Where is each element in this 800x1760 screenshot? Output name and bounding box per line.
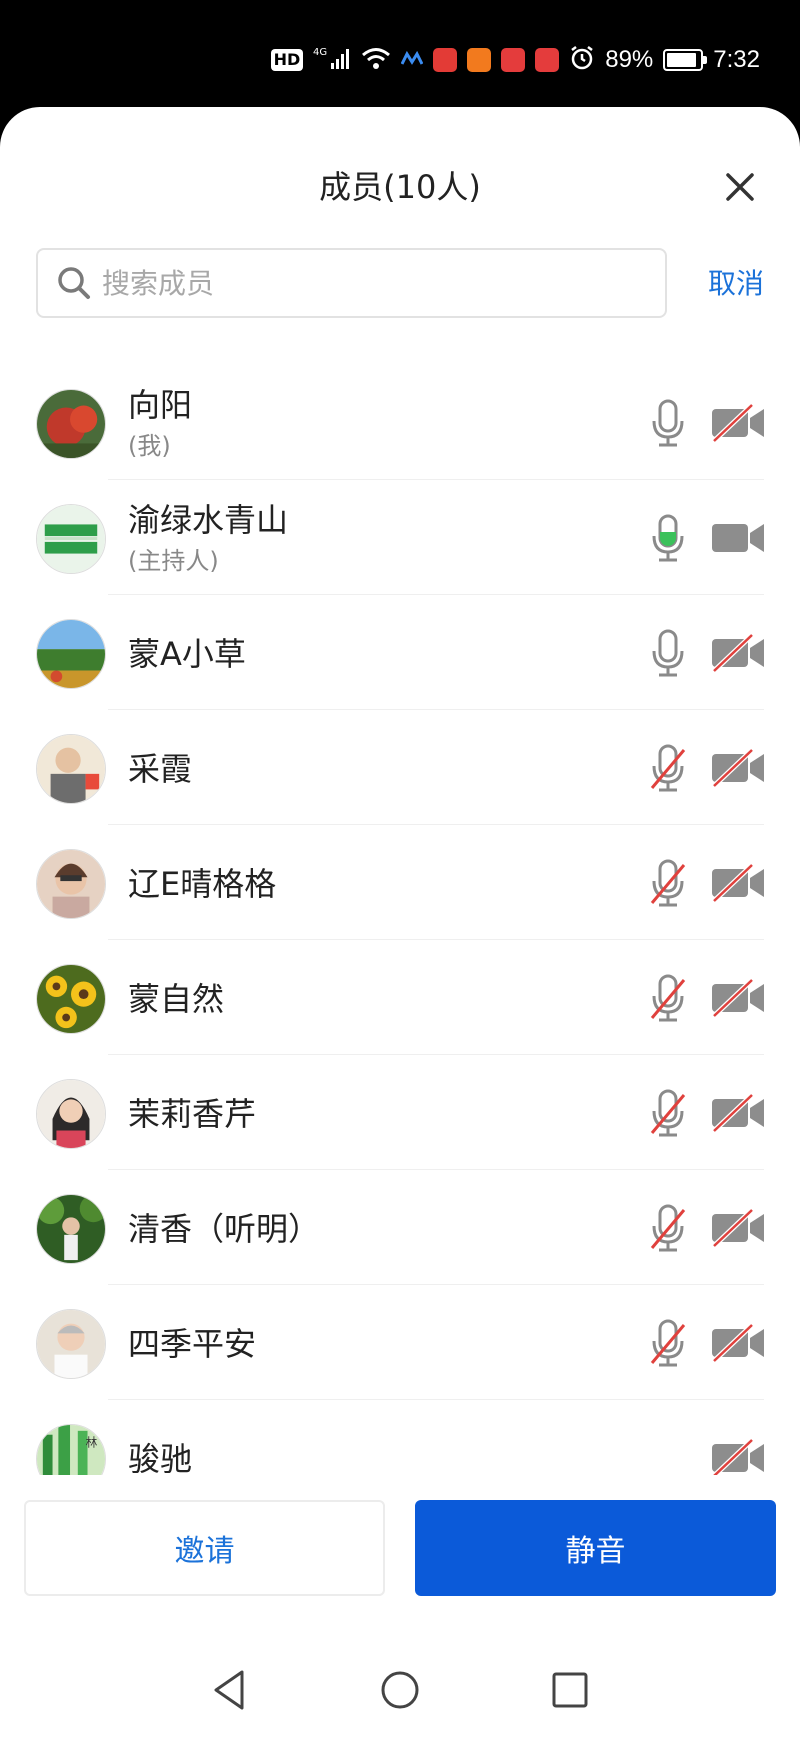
member-name: 向阳 <box>128 386 193 424</box>
members-sheet: 成员(10人) 取消 向阳 (我) 渝绿水青山 (主持人) 蒙A小草采霞辽E晴格格蒙自然… <box>0 107 800 1760</box>
avatar <box>36 1079 106 1149</box>
recents-button[interactable] <box>540 1660 600 1720</box>
member-row[interactable]: 渝绿水青山 (主持人) <box>0 480 800 595</box>
member-name: 蒙A小草 <box>128 635 246 673</box>
member-row[interactable]: 蒙自然 <box>0 940 800 1055</box>
avatar <box>36 1309 106 1379</box>
sheet-title: 成员(10人) <box>319 168 481 206</box>
app-icon <box>501 48 526 72</box>
mic-off-icon[interactable] <box>646 744 690 794</box>
battery-level-fill <box>667 53 696 67</box>
close-button[interactable] <box>720 167 760 207</box>
home-button[interactable] <box>370 1660 430 1720</box>
camera-icon[interactable] <box>710 518 766 558</box>
member-row[interactable]: 蒙A小草 <box>0 595 800 710</box>
microphone-icon[interactable] <box>646 629 690 679</box>
member-row[interactable]: 清香（听明） <box>0 1170 800 1285</box>
mic-off-icon[interactable] <box>646 1319 690 1369</box>
back-button[interactable] <box>200 1660 260 1720</box>
member-name: 四季平安 <box>128 1325 257 1363</box>
member-name: 辽E晴格格 <box>128 865 277 903</box>
avatar <box>36 849 106 919</box>
avatar <box>36 389 106 459</box>
home-icon <box>381 1671 419 1709</box>
navigation-bar <box>0 1660 800 1760</box>
mute-all-button[interactable]: 静音 <box>415 1500 776 1596</box>
camera-off-icon[interactable] <box>710 748 766 788</box>
member-row[interactable]: 林 骏驰 <box>0 1400 800 1475</box>
camera-off-icon[interactable] <box>710 863 766 903</box>
microphone-icon[interactable] <box>646 399 690 449</box>
back-icon <box>214 1670 244 1710</box>
camera-off-icon[interactable] <box>710 1323 766 1363</box>
search-input[interactable] <box>102 266 622 300</box>
avatar <box>36 734 106 804</box>
microphone-icon[interactable] <box>646 514 690 564</box>
member-name: 蒙自然 <box>128 980 225 1018</box>
search-box[interactable] <box>36 248 667 318</box>
recents-icon <box>552 1672 588 1708</box>
close-icon <box>726 173 754 201</box>
avatar <box>36 619 106 689</box>
clock: 7:32 <box>713 46 760 73</box>
camera-off-icon[interactable] <box>710 1438 766 1475</box>
member-role: (我) <box>128 432 171 460</box>
avatar <box>36 964 106 1034</box>
member-name: 渝绿水青山 <box>128 501 289 539</box>
member-name: 骏驰 <box>128 1440 193 1475</box>
wifi-icon <box>361 46 391 74</box>
status-icons: HD 4G 89% 7:32 <box>270 40 760 80</box>
svg-text:林: 林 <box>86 1435 98 1449</box>
invite-button[interactable]: 邀请 <box>24 1500 385 1596</box>
member-name: 茉莉香芹 <box>128 1095 257 1133</box>
app-icon <box>535 48 560 72</box>
camera-off-icon[interactable] <box>710 633 766 673</box>
mic-off-icon[interactable] <box>646 859 690 909</box>
alarm-icon <box>569 45 595 75</box>
avatar <box>36 1194 106 1264</box>
member-role: (主持人) <box>128 547 219 575</box>
recorder-app-icon <box>433 48 458 72</box>
video-app-icon <box>467 48 492 72</box>
battery-percent: 89% <box>605 46 654 73</box>
member-row[interactable]: 辽E晴格格 <box>0 825 800 940</box>
search-icon <box>58 267 90 299</box>
app-notification-icon <box>400 50 424 70</box>
signal-type-label: 4G <box>313 47 327 58</box>
member-row[interactable]: 茉莉香芹 <box>0 1055 800 1170</box>
camera-off-icon[interactable] <box>710 1093 766 1133</box>
mic-off-icon[interactable] <box>646 1204 690 1254</box>
hd-badge: HD <box>270 49 304 71</box>
battery-icon <box>663 49 708 71</box>
member-name: 采霞 <box>128 750 193 788</box>
cancel-button[interactable]: 取消 <box>708 267 764 301</box>
member-row[interactable]: 采霞 <box>0 710 800 825</box>
member-name: 清香（听明） <box>128 1210 321 1248</box>
mic-off-icon[interactable] <box>646 1089 690 1139</box>
member-row[interactable]: 四季平安 <box>0 1285 800 1400</box>
avatar <box>36 504 106 574</box>
camera-off-icon[interactable] <box>710 1208 766 1248</box>
mic-off-icon[interactable] <box>646 974 690 1024</box>
camera-off-icon[interactable] <box>710 403 766 443</box>
status-bar: HD 4G 89% 7:32 <box>0 0 800 110</box>
camera-off-icon[interactable] <box>710 978 766 1018</box>
member-list[interactable]: 向阳 (我) 渝绿水青山 (主持人) 蒙A小草采霞辽E晴格格蒙自然茉莉香芹清香（听明） 四… <box>0 365 800 1475</box>
member-row[interactable]: 向阳 (我) <box>0 365 800 480</box>
signal-icon: 4G <box>313 45 351 75</box>
avatar: 林 <box>36 1424 106 1475</box>
